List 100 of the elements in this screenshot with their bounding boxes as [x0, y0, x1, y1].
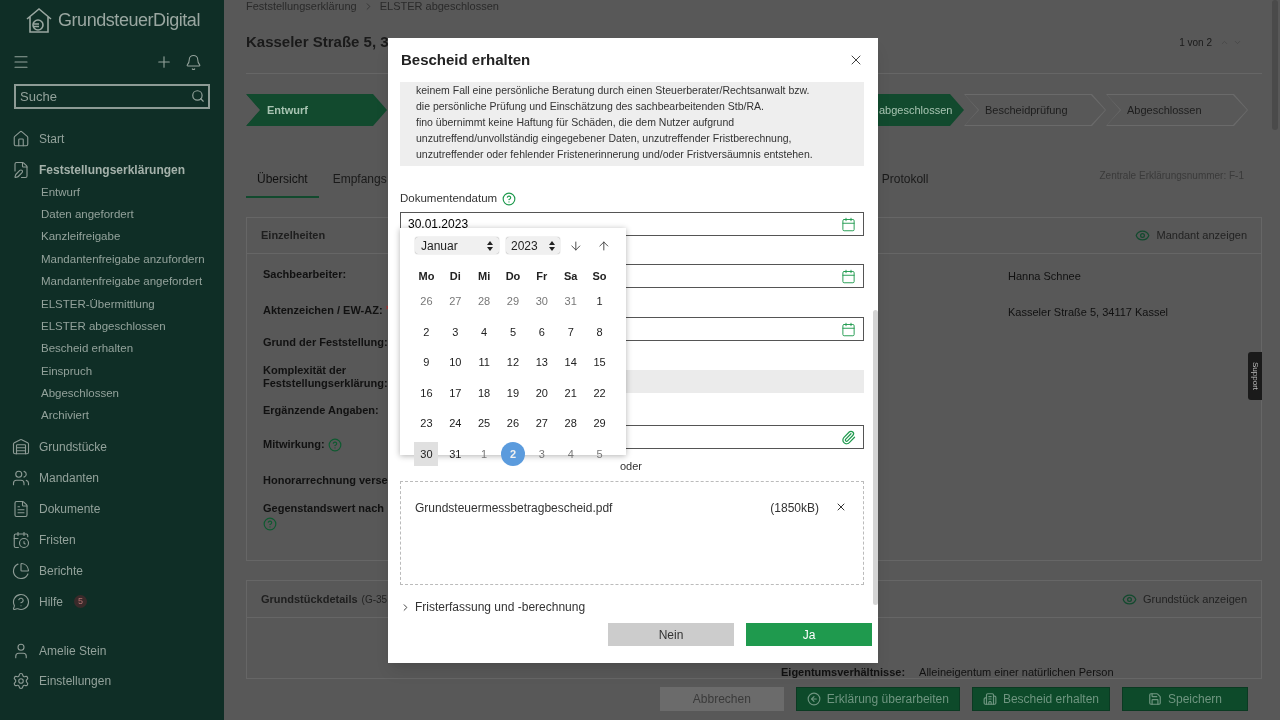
action-button[interactable]: Speichern [1122, 687, 1248, 711]
or-text: oder [619, 459, 642, 472]
cancel-button[interactable]: Nein [608, 623, 734, 646]
calendar-day[interactable]: 27 [443, 289, 468, 314]
nav-subitem[interactable]: Daten angefordert [41, 203, 212, 226]
calendar-day[interactable]: 25 [472, 411, 497, 436]
calendar-day[interactable]: 7 [558, 320, 583, 344]
month-select[interactable]: Januar [415, 237, 499, 254]
help-icon[interactable] [502, 192, 517, 206]
calendar-day[interactable]: 1 [587, 289, 612, 314]
year-select[interactable]: 2023 [506, 237, 560, 254]
nav-item[interactable]: Dokumente [12, 493, 212, 525]
calendar-icon[interactable] [841, 268, 856, 284]
calendar-day[interactable]: 27 [529, 411, 554, 436]
calendar-day[interactable]: 11 [472, 350, 497, 375]
calendar-day[interactable]: 9 [414, 350, 439, 375]
field-label: Gegenstandswert nach [263, 502, 385, 515]
nav-subitem[interactable]: Abgeschlossen [41, 382, 212, 405]
calendar-day[interactable]: 20 [529, 381, 554, 405]
calendar-day[interactable]: 15 [587, 350, 612, 375]
progress-step: Abgeschlossen [1106, 94, 1248, 126]
calendar-day[interactable]: 13 [529, 350, 554, 375]
nav-subitem[interactable]: ELSTER abgeschlossen [41, 315, 212, 338]
plus-icon[interactable] [155, 53, 173, 71]
nav-item[interactable]: Berichte [12, 555, 212, 587]
card-title: Grundstückdetails [261, 591, 358, 607]
arrow-down-icon[interactable] [568, 238, 583, 253]
calendar-day[interactable]: 18 [472, 381, 497, 405]
remove-file-icon[interactable] [835, 501, 847, 513]
calendar-icon[interactable] [841, 321, 856, 337]
field-label: Grund der Feststellung: [263, 336, 388, 349]
nav-item[interactable]: Hilfe 5 [12, 586, 212, 618]
calendar-day[interactable]: 4 [558, 442, 583, 466]
calendar-icon[interactable] [841, 216, 856, 232]
scrollbar[interactable] [873, 310, 878, 605]
calendar-day[interactable]: 17 [443, 381, 468, 405]
collapsible-section-toggle[interactable]: Fristerfassung und -berechnung [400, 600, 864, 614]
nav-subitem[interactable]: Bescheid erhalten [41, 337, 212, 361]
calendar-day[interactable]: 12 [501, 350, 525, 375]
nav-subitem[interactable]: Mandantenfreigabe angefordert [41, 270, 212, 293]
nav-item[interactable]: Fristen [12, 524, 212, 556]
confirm-button[interactable]: Ja [746, 623, 872, 646]
calendar-day[interactable]: 5 [501, 320, 525, 344]
file-drop-zone[interactable]: Grundsteuermessbetragbescheid.pdf (1850kB) [400, 481, 864, 585]
nav-subitem[interactable]: Kanzleifreigabe [41, 225, 212, 249]
nav-item[interactable]: Einstellungen [12, 666, 212, 697]
calendar-day[interactable]: 21 [558, 381, 583, 405]
nav-item[interactable]: Grundstücke [12, 431, 212, 463]
calendar-day[interactable]: 29 [501, 289, 525, 314]
calendar-day[interactable]: 28 [558, 411, 583, 436]
search-field[interactable]: Suche [14, 84, 210, 109]
calendar-day[interactable]: 2 [414, 320, 439, 344]
search-icon[interactable] [191, 89, 205, 103]
eye-icon [1135, 228, 1151, 243]
weekday-header: Mi [478, 269, 491, 284]
calendar-day[interactable]: 16 [414, 381, 439, 405]
calendar-day[interactable]: 30 [529, 289, 554, 314]
calendar-day[interactable]: 26 [501, 411, 525, 436]
action-button[interactable]: Erklärung überarbeiten [795, 687, 960, 711]
calendar-day[interactable]: 5 [587, 442, 612, 466]
calendar-day[interactable]: 30 [414, 442, 439, 466]
paperclip-icon[interactable] [841, 429, 856, 445]
save-icon [1147, 692, 1162, 706]
calendar-day[interactable]: 26 [414, 289, 439, 314]
logo-text: GrundsteuerDigital [58, 8, 200, 32]
calendar-day[interactable]: 23 [414, 411, 439, 436]
arrow-up-icon[interactable] [597, 238, 611, 253]
calendar-day[interactable]: 4 [472, 320, 497, 344]
calendar-day[interactable]: 8 [587, 320, 612, 344]
logo-icon [24, 6, 54, 34]
select-arrows-icon [548, 240, 555, 251]
calendar-day[interactable]: 29 [587, 411, 612, 436]
calendar-day[interactable]: 3 [443, 320, 468, 344]
calendar-day[interactable]: 22 [587, 381, 612, 405]
notification-bell-icon[interactable] [185, 53, 202, 71]
nav-subitem[interactable]: ELSTER-Übermittlung [41, 292, 212, 316]
nav-subitem[interactable]: Mandantenfreigabe anzufordern [41, 248, 212, 271]
field-label: Honorarrechnung verse [263, 474, 388, 487]
calendar-day[interactable]: 24 [443, 411, 468, 436]
action-button[interactable]: Bescheid erhalten [971, 687, 1110, 711]
calendar-day[interactable]: 19 [501, 381, 525, 405]
nav-item[interactable]: Amelie Stein [12, 636, 212, 667]
calendar-day[interactable]: 28 [472, 289, 497, 314]
calendar-day[interactable]: 31 [558, 289, 583, 314]
arrow-left-circle-icon [806, 692, 821, 706]
nav-subitem[interactable]: Archiviert [41, 404, 212, 428]
calendar-day[interactable]: 6 [529, 320, 554, 344]
calendar-day[interactable]: 14 [558, 350, 583, 375]
calendar-day[interactable]: 10 [443, 350, 468, 375]
nav-subitem[interactable]: Einspruch [41, 360, 212, 383]
notice-text: keinem Fall eine persönliche Beratung durch einen Steuerberater/Rechtsanwalt bzw. [416, 83, 811, 98]
calendar-day[interactable]: 3 [529, 442, 554, 466]
nav-item[interactable]: Start [12, 123, 212, 154]
calendar-day[interactable]: 31 [443, 442, 468, 466]
page-title: Kasseler Straße 5, 3 [246, 32, 389, 53]
menu-icon[interactable] [12, 53, 30, 71]
nav-item[interactable]: Mandanten [12, 462, 212, 494]
calendar-day[interactable]: 1 [472, 442, 497, 466]
field-label: Komplexität der Feststellungserklärung: [263, 364, 388, 390]
support-tab[interactable]: Support [1248, 352, 1262, 400]
